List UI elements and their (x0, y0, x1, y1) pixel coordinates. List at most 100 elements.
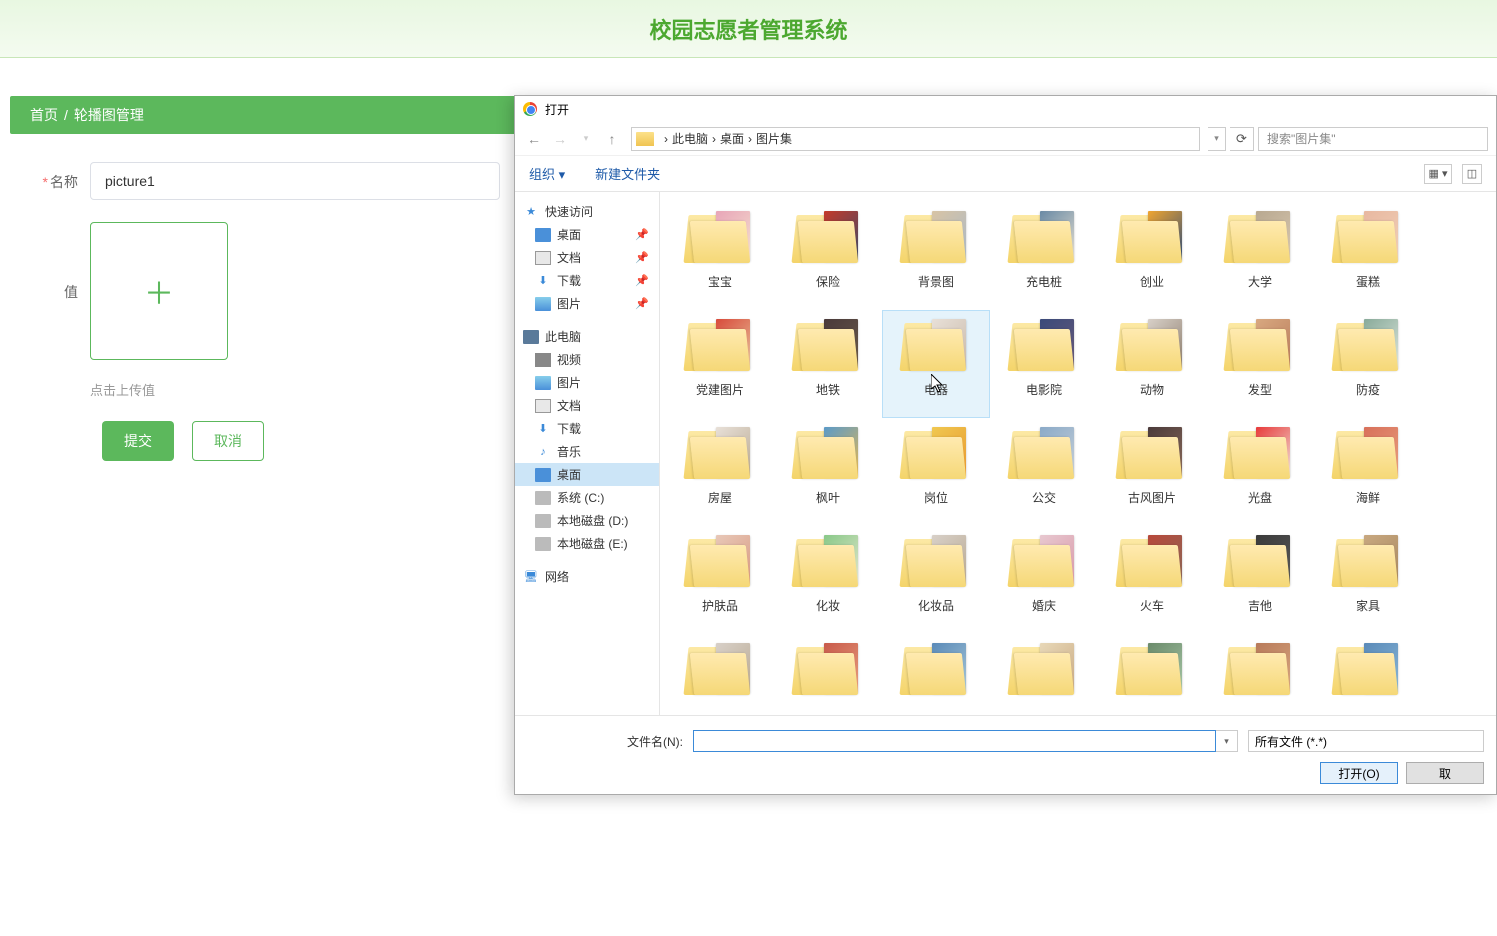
new-folder-button[interactable]: 新建文件夹 (595, 164, 660, 183)
folder-item[interactable] (774, 634, 882, 715)
folder-label: 党建图片 (696, 381, 744, 398)
folder-item[interactable] (1098, 634, 1206, 715)
folder-label: 动物 (1140, 381, 1164, 398)
value-label: 值 (10, 222, 90, 302)
tree-local-e[interactable]: 本地磁盘 (E:) (515, 532, 659, 555)
dialog-title: 打开 (545, 101, 569, 118)
dialog-cancel-button[interactable]: 取 (1406, 762, 1484, 784)
cancel-button[interactable]: 取消 (192, 421, 264, 461)
folder-label: 光盘 (1248, 489, 1272, 506)
view-mode-button[interactable]: ▦ ▾ (1424, 164, 1452, 184)
breadcrumb-home[interactable]: 首页 (30, 105, 58, 125)
folder-item[interactable]: 充电桩 (990, 202, 1098, 310)
folder-item[interactable]: 光盘 (1206, 418, 1314, 526)
folder-item[interactable]: 房屋 (666, 418, 774, 526)
submit-button[interactable]: 提交 (102, 421, 174, 461)
upload-box[interactable]: ＋ (90, 222, 228, 360)
organize-button[interactable]: 组织 ▾ (529, 164, 565, 183)
tree-pictures2[interactable]: 图片 (515, 371, 659, 394)
refresh-button[interactable]: ⟳ (1230, 127, 1254, 151)
folder-label: 保险 (816, 273, 840, 290)
folder-item[interactable] (666, 634, 774, 715)
folder-item[interactable]: 化妆 (774, 526, 882, 634)
dialog-titlebar: 打开 (515, 96, 1496, 122)
filename-input[interactable] (693, 730, 1216, 752)
tree-downloads[interactable]: ⬇下载📌 (515, 269, 659, 292)
folder-item[interactable]: 大学 (1206, 202, 1314, 310)
breadcrumb-current[interactable]: 轮播图管理 (74, 105, 144, 125)
tree-this-pc[interactable]: 此电脑 (515, 325, 659, 348)
folder-item[interactable]: 枫叶 (774, 418, 882, 526)
open-button[interactable]: 打开(O) (1320, 762, 1398, 784)
folder-item[interactable]: 背景图 (882, 202, 990, 310)
folder-item[interactable]: 护肤品 (666, 526, 774, 634)
tree-videos[interactable]: 视频 (515, 348, 659, 371)
tree-local-d[interactable]: 本地磁盘 (D:) (515, 509, 659, 532)
dialog-nav: ← → ▾ ↑ › 此电脑 › 桌面 › 图片集 ▾ ⟳ 搜索"图片集" (515, 122, 1496, 156)
tree-documents[interactable]: 文档📌 (515, 246, 659, 269)
folder-item[interactable]: 婚庆 (990, 526, 1098, 634)
folder-label: 化妆品 (918, 597, 954, 614)
folder-item[interactable] (1206, 634, 1314, 715)
nav-recent-button[interactable]: ▾ (575, 128, 597, 150)
folder-item[interactable]: 动物 (1098, 310, 1206, 418)
folder-item[interactable]: 吉他 (1206, 526, 1314, 634)
folder-thumbnail (1332, 315, 1404, 375)
folder-item[interactable]: 保险 (774, 202, 882, 310)
folder-thumbnail (1224, 531, 1296, 591)
folder-item[interactable]: 地铁 (774, 310, 882, 418)
folder-item[interactable]: 电影院 (990, 310, 1098, 418)
tree-documents2[interactable]: 文档 (515, 394, 659, 417)
folder-thumbnail (1116, 531, 1188, 591)
tree-desktop2[interactable]: 桌面 (515, 463, 659, 486)
folder-item[interactable]: 党建图片 (666, 310, 774, 418)
folder-item[interactable]: 岗位 (882, 418, 990, 526)
filename-dropdown[interactable]: ▾ (1216, 730, 1238, 752)
tree-network[interactable]: 🖥网络 (515, 565, 659, 588)
folder-item[interactable]: 发型 (1206, 310, 1314, 418)
tree-quick-access[interactable]: ★快速访问 (515, 200, 659, 223)
folder-item[interactable]: 化妆品 (882, 526, 990, 634)
folder-item[interactable] (1314, 634, 1422, 715)
folder-thumbnail (1116, 315, 1188, 375)
folder-item[interactable]: 蛋糕 (1314, 202, 1422, 310)
path-bar[interactable]: › 此电脑 › 桌面 › 图片集 (631, 127, 1200, 151)
tree-downloads2[interactable]: ⬇下载 (515, 417, 659, 440)
folder-grid: 宝宝 保险 背景图 充电桩 创业 (660, 192, 1496, 715)
folder-thumbnail (792, 639, 864, 699)
nav-forward-button[interactable]: → (549, 128, 571, 150)
folder-item[interactable]: 电器 (882, 310, 990, 418)
help-button[interactable]: ◫ (1462, 164, 1482, 184)
nav-up-button[interactable]: ↑ (601, 128, 623, 150)
tree-pictures[interactable]: 图片📌 (515, 292, 659, 315)
folder-thumbnail (1008, 531, 1080, 591)
tree-desktop[interactable]: 桌面📌 (515, 223, 659, 246)
folder-item[interactable] (882, 634, 990, 715)
folder-item[interactable]: 防疫 (1314, 310, 1422, 418)
path-dropdown[interactable]: ▾ (1208, 127, 1226, 151)
tree-music[interactable]: ♪音乐 (515, 440, 659, 463)
folder-item[interactable]: 宝宝 (666, 202, 774, 310)
folder-item[interactable]: 海鲜 (1314, 418, 1422, 526)
dialog-toolbar: 组织 ▾ 新建文件夹 ▦ ▾ ◫ (515, 156, 1496, 192)
filetype-select[interactable]: 所有文件 (*.*) (1248, 730, 1484, 752)
folder-label: 电影院 (1026, 381, 1062, 398)
plus-icon: ＋ (144, 269, 174, 313)
folder-item[interactable]: 家具 (1314, 526, 1422, 634)
folder-thumbnail (900, 315, 972, 375)
folder-thumbnail (1332, 207, 1404, 267)
chrome-icon (523, 102, 537, 116)
tree-system-c[interactable]: 系统 (C:) (515, 486, 659, 509)
folder-label: 充电桩 (1026, 273, 1062, 290)
folder-item[interactable]: 公交 (990, 418, 1098, 526)
name-input[interactable] (90, 162, 500, 200)
folder-thumbnail (684, 423, 756, 483)
folder-label: 家具 (1356, 597, 1380, 614)
search-input[interactable]: 搜索"图片集" (1258, 127, 1488, 151)
folder-item[interactable]: 创业 (1098, 202, 1206, 310)
folder-item[interactable] (990, 634, 1098, 715)
folder-label: 海鲜 (1356, 489, 1380, 506)
folder-item[interactable]: 火车 (1098, 526, 1206, 634)
nav-back-button[interactable]: ← (523, 128, 545, 150)
folder-item[interactable]: 古风图片 (1098, 418, 1206, 526)
